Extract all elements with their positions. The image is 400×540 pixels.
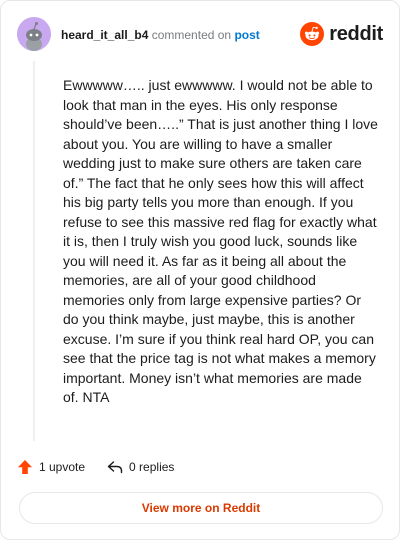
- replies-count: 0 replies: [129, 460, 175, 474]
- commented-on-text: commented on: [151, 28, 232, 42]
- author-username[interactable]: heard_it_all_b4: [61, 28, 148, 42]
- reddit-logo-icon: [300, 22, 325, 46]
- reply-arrow-icon: [107, 461, 123, 474]
- upvote-count: 1 upvote: [39, 460, 86, 474]
- comment-header: heard_it_all_b4 commented on post reddit: [17, 17, 383, 53]
- comment-actions: 1 upvote 0 replies: [17, 457, 196, 477]
- author-line: heard_it_all_b4 commented on post: [61, 27, 260, 43]
- upvote-button[interactable]: 1 upvote: [17, 459, 85, 475]
- comment-body: Ewwwww….. just ewwwww. I would not be ab…: [63, 77, 378, 405]
- view-more-on-reddit-button[interactable]: View more on Reddit: [19, 492, 383, 524]
- upvote-arrow-icon: [18, 460, 32, 474]
- snoo-avatar-icon[interactable]: [17, 17, 51, 51]
- reddit-logo[interactable]: reddit: [300, 21, 383, 47]
- post-link[interactable]: post: [234, 28, 259, 42]
- embedded-comment-card: heard_it_all_b4 commented on post reddit…: [0, 0, 400, 540]
- replies-button[interactable]: 0 replies: [107, 459, 174, 475]
- reddit-wordmark: reddit: [329, 22, 383, 45]
- thread-line: [33, 61, 35, 441]
